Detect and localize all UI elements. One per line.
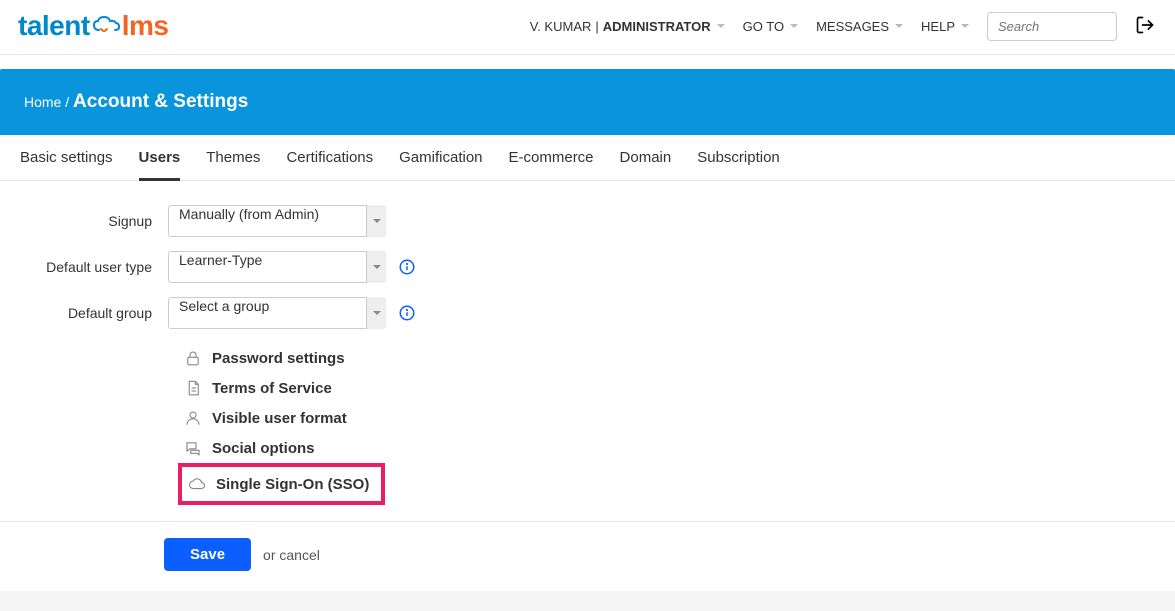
- cancel-link[interactable]: cancel: [279, 547, 319, 563]
- form-actions: Save or cancel: [164, 538, 1175, 571]
- document-icon: [184, 379, 202, 397]
- logo-cloud-icon: [91, 15, 121, 35]
- link-tos-label: Terms of Service: [212, 380, 332, 397]
- label-signup: Signup: [20, 213, 168, 229]
- chevron-down-icon: [895, 24, 903, 28]
- goto-menu[interactable]: GO TO: [743, 19, 798, 34]
- user-icon: [184, 409, 202, 427]
- search-input[interactable]: [987, 12, 1117, 41]
- select-signup[interactable]: Manually (from Admin): [168, 205, 386, 237]
- chevron-down-icon: [961, 24, 969, 28]
- row-signup: Signup Manually (from Admin): [20, 205, 1155, 237]
- divider: [0, 521, 1175, 522]
- help-menu[interactable]: HELP: [921, 19, 969, 34]
- link-social-options[interactable]: Social options: [184, 433, 1155, 463]
- tabs: Basic settings Users Themes Certificatio…: [0, 135, 1175, 181]
- link-sso[interactable]: Single Sign-On (SSO): [178, 463, 385, 505]
- user-menu[interactable]: V. KUMAR | ADMINISTRATOR: [530, 19, 725, 34]
- top-nav: V. KUMAR | ADMINISTRATOR GO TO MESSAGES …: [530, 12, 1155, 41]
- link-password-label: Password settings: [212, 350, 345, 367]
- label-default-group: Default group: [20, 305, 168, 321]
- info-icon[interactable]: [398, 304, 416, 322]
- page-header: Home / Account & Settings: [0, 69, 1175, 135]
- link-social-label: Social options: [212, 440, 315, 457]
- link-visible-user-format-label: Visible user format: [212, 410, 347, 427]
- row-default-group: Default group Select a group: [20, 297, 1155, 329]
- content: Basic settings Users Themes Certificatio…: [0, 135, 1175, 591]
- form-area: Signup Manually (from Admin) Default use…: [0, 181, 1175, 505]
- tab-certifications[interactable]: Certifications: [286, 149, 373, 180]
- page-wrap: Home / Account & Settings Basic settings…: [0, 69, 1175, 611]
- lock-icon: [184, 349, 202, 367]
- logo-text-talent: talent: [18, 10, 90, 42]
- page-title: Account & Settings: [73, 91, 248, 112]
- chat-icon: [184, 439, 202, 457]
- user-role: ADMINISTRATOR: [603, 19, 711, 34]
- tab-users[interactable]: Users: [139, 149, 181, 181]
- link-sso-label: Single Sign-On (SSO): [216, 476, 369, 493]
- cancel-text: or cancel: [263, 547, 320, 563]
- chevron-down-icon: [717, 24, 725, 28]
- tab-ecommerce[interactable]: E-commerce: [509, 149, 594, 180]
- tab-subscription[interactable]: Subscription: [697, 149, 780, 180]
- select-default-user-type-value: Learner-Type: [168, 251, 386, 283]
- logo[interactable]: talent lms: [18, 10, 168, 42]
- logout-icon[interactable]: [1135, 15, 1155, 38]
- select-default-user-type[interactable]: Learner-Type: [168, 251, 386, 283]
- breadcrumb-sep: /: [61, 94, 73, 110]
- tab-basic-settings[interactable]: Basic settings: [20, 149, 113, 180]
- link-password-settings[interactable]: Password settings: [184, 343, 1155, 373]
- select-default-group-value: Select a group: [168, 297, 386, 329]
- messages-menu[interactable]: MESSAGES: [816, 19, 903, 34]
- select-default-group[interactable]: Select a group: [168, 297, 386, 329]
- link-terms-of-service[interactable]: Terms of Service: [184, 373, 1155, 403]
- link-visible-user-format[interactable]: Visible user format: [184, 403, 1155, 433]
- chevron-down-icon: [790, 24, 798, 28]
- row-default-user-type: Default user type Learner-Type: [20, 251, 1155, 283]
- tab-themes[interactable]: Themes: [206, 149, 260, 180]
- link-list: Password settings Terms of Service Visib…: [184, 343, 1155, 505]
- logo-text-lms: lms: [122, 10, 169, 42]
- tab-gamification[interactable]: Gamification: [399, 149, 482, 180]
- breadcrumb-home[interactable]: Home: [24, 94, 61, 110]
- user-name: V. KUMAR: [530, 19, 592, 34]
- top-bar: talent lms V. KUMAR | ADMINISTRATOR GO T…: [0, 0, 1175, 55]
- label-default-user-type: Default user type: [20, 259, 168, 275]
- cloud-icon: [188, 475, 206, 493]
- save-button[interactable]: Save: [164, 538, 251, 571]
- tab-domain[interactable]: Domain: [620, 149, 672, 180]
- select-signup-value: Manually (from Admin): [168, 205, 386, 237]
- info-icon[interactable]: [398, 258, 416, 276]
